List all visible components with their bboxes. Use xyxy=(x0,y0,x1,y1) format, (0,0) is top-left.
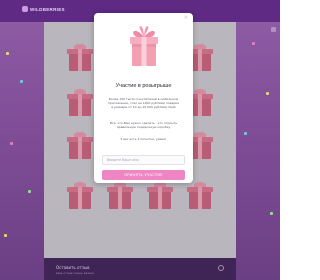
gift-box-icon[interactable] xyxy=(66,130,94,160)
confetti-icon xyxy=(244,132,247,135)
modal-title: Участие в розыгрыше xyxy=(115,83,172,89)
gift-box-icon[interactable] xyxy=(66,180,94,210)
menu-icon xyxy=(271,27,276,32)
confetti-icon xyxy=(252,42,255,45)
close-icon[interactable]: × xyxy=(184,16,188,21)
confetti-icon xyxy=(6,52,9,55)
giveaway-modal: × Участие в розыгрыше Более 150 тысяч по… xyxy=(94,13,193,183)
confetti-icon xyxy=(4,234,7,237)
gift-box-icon[interactable] xyxy=(146,180,174,210)
right-background-panel xyxy=(236,22,280,280)
confetti-icon xyxy=(28,190,31,193)
footer-title: Оставить отзыв xyxy=(56,265,90,270)
logo-icon xyxy=(22,6,28,12)
page: WILDBERRIES Оставить отзыв ваш отзыв оче… xyxy=(0,0,280,280)
gift-box-icon[interactable] xyxy=(66,42,94,72)
left-background-panel xyxy=(0,22,44,280)
modal-attempts-note: У вас есть 3 попытки, удачи! xyxy=(120,137,167,141)
name-input[interactable]: Введите Ваше имя xyxy=(102,155,185,165)
confetti-icon xyxy=(10,142,13,145)
modal-instructions: Все, что Вам нужно сделать - это открыть… xyxy=(109,121,178,129)
confetti-icon xyxy=(266,92,269,95)
info-icon[interactable] xyxy=(218,265,224,271)
participate-button[interactable]: ПРИНЯТЬ УЧАСТИЕ xyxy=(102,170,185,180)
confetti-icon xyxy=(20,80,23,83)
footer-subtitle: ваш отзыв очень важен xyxy=(56,271,94,275)
modal-description: Более 150 тысяч покупателей в мобильном … xyxy=(107,97,179,109)
gift-box-icon xyxy=(130,26,158,66)
gift-box-icon[interactable] xyxy=(106,180,134,210)
confetti-icon xyxy=(270,212,273,215)
gift-box-icon[interactable] xyxy=(66,87,94,117)
gift-box-icon[interactable] xyxy=(186,180,214,210)
review-footer[interactable]: Оставить отзыв ваш отзыв очень важен xyxy=(44,258,236,280)
site-logo[interactable]: WILDBERRIES xyxy=(30,7,65,12)
